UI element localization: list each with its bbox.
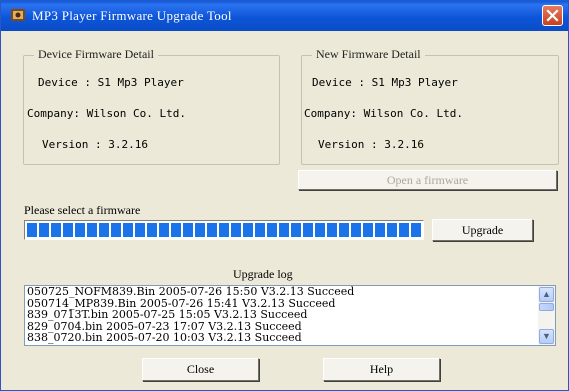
new-version: Version : 3.2.16 [318, 138, 424, 151]
new-device-name: Device : S1 Mp3 Player [312, 76, 458, 89]
progress-fill [27, 223, 421, 237]
chevron-down-icon: ▼ [542, 331, 551, 341]
chevron-up-icon: ▲ [542, 289, 551, 299]
device-name: Device : S1 Mp3 Player [38, 76, 184, 89]
new-firmware-group-title: New Firmware Detail [312, 47, 425, 62]
dialog-client-area: Device Firmware Detail Device : S1 Mp3 P… [1, 31, 568, 390]
log-scrollbar[interactable]: ▲ ▼ [538, 286, 555, 345]
log-entry[interactable]: 839_0713T.bin 2005-07-25 15:05 V3.2.13 S… [27, 309, 537, 321]
upgrade-progress-bar [24, 220, 424, 240]
title-bar[interactable]: MP3 Player Firmware Upgrade Tool [1, 1, 568, 31]
app-icon [11, 9, 25, 21]
new-company: Company: Wilson Co. Ltd. [304, 107, 463, 120]
upgrade-button[interactable]: Upgrade [432, 219, 533, 241]
device-version: Version : 3.2.16 [42, 138, 148, 151]
window-title: MP3 Player Firmware Upgrade Tool [32, 8, 232, 23]
close-window-button[interactable] [542, 5, 563, 26]
device-group-title: Device Firmware Detail [34, 47, 158, 62]
open-firmware-button[interactable]: Open a firmware [298, 170, 557, 190]
help-button[interactable]: Help [323, 358, 440, 381]
log-entry[interactable]: 050725_NOFM839.Bin 2005-07-26 15:50 V3.2… [27, 286, 537, 298]
dialog-window: MP3 Player Firmware Upgrade Tool Device … [0, 0, 569, 391]
new-firmware-group: New Firmware Detail Device : S1 Mp3 Play… [301, 47, 559, 165]
log-entry[interactable]: 838_0720.bin 2005-07-20 10:03 V3.2.13 Su… [27, 332, 537, 344]
close-icon [546, 9, 559, 22]
upgrade-log-title: Upgrade log [233, 267, 293, 281]
scroll-down-button[interactable]: ▼ [539, 329, 554, 344]
device-firmware-group: Device Firmware Detail Device : S1 Mp3 P… [23, 47, 280, 165]
upgrade-log-list[interactable]: 050725_NOFM839.Bin 2005-07-26 15:50 V3.2… [24, 285, 556, 346]
close-button[interactable]: Close [142, 358, 259, 381]
device-company: Company: Wilson Co. Ltd. [27, 107, 186, 120]
select-firmware-label: Please select a firmware [24, 203, 141, 217]
scroll-thumb[interactable] [539, 303, 554, 311]
log-lines: 050725_NOFM839.Bin 2005-07-26 15:50 V3.2… [27, 286, 537, 344]
scroll-up-button[interactable]: ▲ [539, 287, 554, 302]
